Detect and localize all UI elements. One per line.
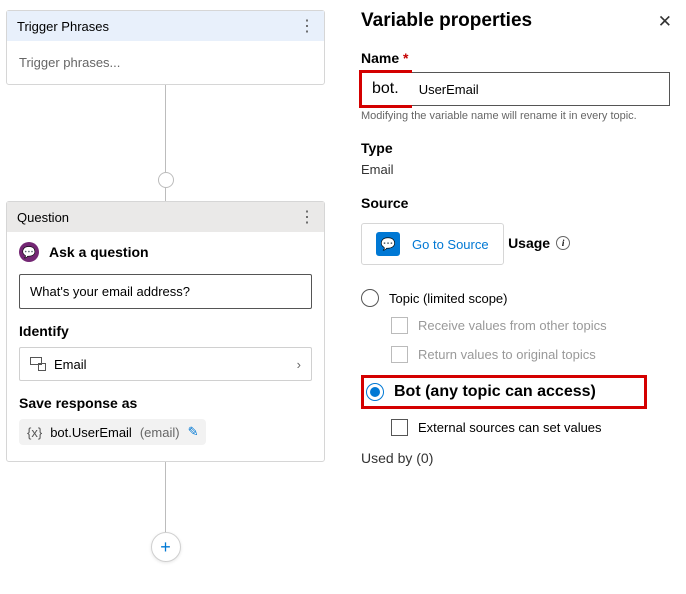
variable-name: bot.UserEmail bbox=[50, 425, 132, 440]
return-values-checkbox: Return values to original topics bbox=[391, 346, 670, 363]
panel-title: Variable properties bbox=[361, 10, 670, 32]
more-icon[interactable]: ⋮ bbox=[299, 16, 314, 36]
question-title: Question bbox=[17, 210, 69, 225]
identify-label: Identify bbox=[19, 323, 312, 339]
checkbox-icon bbox=[391, 317, 408, 334]
identify-select[interactable]: Email › bbox=[19, 347, 312, 381]
entity-icon bbox=[30, 356, 46, 372]
used-by-label: Used by (0) bbox=[361, 450, 670, 466]
ask-label: Ask a question bbox=[49, 244, 149, 260]
radio-icon bbox=[366, 383, 384, 401]
add-node-button[interactable]: + bbox=[151, 532, 181, 562]
trigger-header: Trigger Phrases ⋮ bbox=[7, 11, 324, 41]
radio-icon bbox=[361, 289, 379, 307]
trigger-title: Trigger Phrases bbox=[17, 19, 109, 34]
close-icon[interactable]: ✕ bbox=[658, 12, 672, 32]
edit-icon[interactable]: ✎ bbox=[188, 424, 199, 440]
type-value: Email bbox=[361, 162, 670, 177]
name-field: bot. bbox=[361, 72, 670, 106]
trigger-node: Trigger Phrases ⋮ Trigger phrases... bbox=[6, 10, 325, 85]
type-label: Type bbox=[361, 140, 670, 156]
connector bbox=[165, 187, 166, 201]
name-prefix: bot. bbox=[359, 70, 412, 108]
chat-icon: 💬 bbox=[19, 242, 39, 262]
name-input[interactable] bbox=[409, 73, 669, 105]
chevron-right-icon: › bbox=[297, 357, 301, 372]
question-node: Question ⋮ 💬 Ask a question What's your … bbox=[6, 201, 325, 462]
required-asterisk: * bbox=[403, 50, 408, 66]
name-label: Name * bbox=[361, 50, 670, 66]
usage-label: Usage i bbox=[508, 235, 570, 251]
question-header: Question ⋮ bbox=[7, 202, 324, 232]
go-to-source-button[interactable]: 💬 Go to Source bbox=[361, 223, 504, 265]
receive-values-checkbox: Receive values from other topics bbox=[391, 317, 670, 334]
checkbox-icon bbox=[391, 419, 408, 436]
save-label: Save response as bbox=[19, 395, 312, 411]
connector bbox=[165, 85, 166, 99]
variable-icon: {x} bbox=[27, 425, 42, 440]
connector-circle bbox=[158, 172, 174, 188]
variable-chip[interactable]: {x} bot.UserEmail (email) ✎ bbox=[19, 419, 206, 445]
more-icon[interactable]: ⋮ bbox=[299, 207, 314, 227]
usage-bot-radio[interactable]: Bot (any topic can access) bbox=[361, 375, 647, 409]
question-input[interactable]: What's your email address? bbox=[19, 274, 312, 309]
usage-topic-radio[interactable]: Topic (limited scope) bbox=[361, 289, 670, 307]
name-hint: Modifying the variable name will rename … bbox=[361, 110, 670, 122]
info-icon[interactable]: i bbox=[556, 236, 570, 250]
source-icon: 💬 bbox=[376, 232, 400, 256]
ask-row: 💬 Ask a question bbox=[19, 242, 312, 262]
identify-value: Email bbox=[54, 357, 87, 372]
variable-type: (email) bbox=[140, 425, 180, 440]
properties-panel: ✕ Variable properties Name * bot. Modify… bbox=[343, 0, 686, 594]
connector: + bbox=[165, 462, 166, 562]
trigger-placeholder[interactable]: Trigger phrases... bbox=[7, 41, 324, 84]
source-text: Go to Source bbox=[412, 237, 489, 252]
question-body: 💬 Ask a question What's your email addre… bbox=[7, 232, 324, 461]
source-label: Source bbox=[361, 195, 670, 211]
connector bbox=[165, 99, 166, 187]
checkbox-icon bbox=[391, 346, 408, 363]
authoring-canvas: Trigger Phrases ⋮ Trigger phrases... Que… bbox=[0, 0, 343, 594]
external-sources-checkbox[interactable]: External sources can set values bbox=[391, 419, 670, 436]
